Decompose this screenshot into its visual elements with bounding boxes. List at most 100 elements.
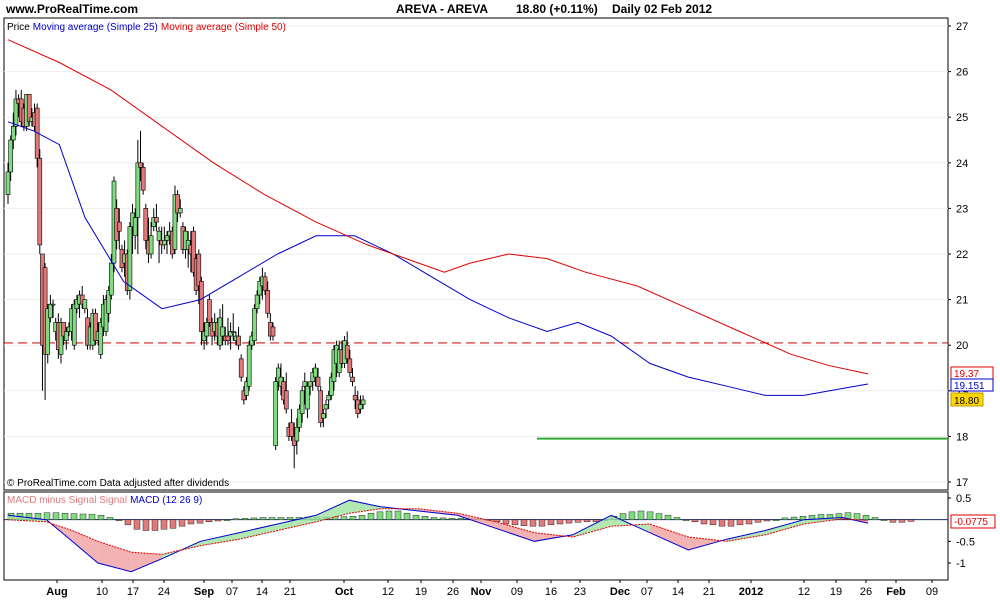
macd-bar (43, 512, 51, 520)
macd-bar (574, 519, 582, 523)
macd-bar (727, 519, 735, 527)
macd-bar (673, 517, 681, 520)
candle-body (48, 303, 53, 319)
price-tick-label: 18 (956, 431, 968, 443)
price-tag-text: 18.80 (954, 396, 979, 407)
date-tick-label: 26 (860, 586, 872, 598)
date-tick-label: 09 (511, 586, 523, 598)
macd-bar (268, 517, 276, 520)
macd-bar (349, 516, 357, 520)
date-tick-label: 16 (545, 586, 557, 598)
legend-hist-text: MACD minus Signal Signal (7, 495, 127, 506)
date-tick-label: Oct (335, 586, 354, 598)
date-tick-label: 12 (798, 586, 810, 598)
macd-bar (61, 512, 69, 520)
macd-bar (862, 515, 870, 520)
candle-body (132, 217, 138, 237)
macd-bar (187, 519, 195, 525)
price-tick-label: 24 (956, 158, 968, 170)
macd-bar (358, 515, 366, 520)
candle-body (127, 226, 133, 291)
macd-bar (439, 517, 447, 520)
date-tick-label: 09 (926, 586, 938, 598)
macd-bar (385, 510, 393, 520)
candle-body (5, 171, 11, 196)
candle-body (299, 390, 305, 414)
macd-bar (97, 515, 105, 520)
macd-bar (880, 519, 888, 521)
candle-body (204, 322, 210, 337)
date-tick-label: 21 (284, 586, 296, 598)
candle-body (164, 235, 170, 241)
macd-tick-label: -1 (956, 558, 966, 570)
candle-body (352, 395, 358, 401)
candle-body (294, 426, 300, 442)
candle-body (138, 162, 143, 168)
legend-ma25-text: Moving average (Simple 25) (33, 22, 158, 33)
candle-body (326, 395, 331, 401)
candle-body (82, 299, 88, 310)
macd-bar (655, 513, 663, 520)
candle-body (358, 404, 363, 410)
candle-body (162, 240, 167, 246)
macd-bar (529, 519, 537, 527)
date-tick-label: 2012 (739, 586, 763, 598)
date-tick-label: Feb (886, 586, 906, 598)
candle-body (37, 157, 43, 246)
candle-body (246, 344, 252, 387)
macd-bar (52, 512, 60, 520)
macd-bar (88, 514, 96, 520)
macd-bar (250, 517, 258, 520)
macd-bar (700, 519, 708, 525)
date-tick-label: 19 (415, 586, 427, 598)
candle-body (64, 331, 69, 341)
macd-bar (412, 515, 420, 520)
price-tick-label: 27 (956, 21, 968, 33)
candle-body (238, 358, 244, 378)
candle-body (302, 381, 308, 387)
macd-tick-label: -0.5 (956, 536, 975, 548)
date-tick-label: 10 (96, 586, 108, 598)
macd-bar (340, 516, 348, 520)
macd-bar (754, 519, 762, 523)
macd-bar (160, 519, 168, 530)
macd-bar (232, 518, 240, 520)
candle-body (344, 344, 350, 360)
candle-body (8, 139, 13, 173)
date-tick-label: 07 (226, 586, 238, 598)
candle-body (230, 331, 236, 333)
candle-body (252, 308, 257, 341)
legend-price: Price Moving average (Simple 25) Moving av… (7, 22, 286, 33)
macd-bar (538, 519, 546, 527)
date-tick-label: 24 (158, 586, 170, 598)
candle-body (289, 422, 294, 437)
date-tick-label: Aug (46, 586, 67, 598)
legend-macd-text: MACD (12 26 9) (130, 495, 202, 506)
candle-body (323, 404, 329, 410)
macd-bar (223, 519, 231, 521)
macd-bar (142, 519, 150, 531)
date-tick-label: 23 (574, 586, 586, 598)
macd-bar (664, 515, 672, 520)
macd-bar (367, 512, 375, 520)
candle-body (156, 230, 162, 241)
candle-body (236, 335, 241, 346)
candle-body (321, 413, 326, 419)
candle-body (148, 235, 154, 255)
macd-bar (646, 511, 654, 520)
macd-bar (376, 511, 384, 520)
chart-canvas[interactable]: 17 18 19 20 21 22 23 24 25 26 27 0.5 -0.5 -1 Aug 10 17… (0, 0, 1000, 600)
date-tick-label: 26 (447, 586, 459, 598)
price-tick-label: 26 (956, 67, 968, 79)
date-tick-label: 14 (672, 586, 684, 598)
ma25-tag-text: 19.151 (954, 381, 985, 392)
price-tick-label: 17 (956, 477, 968, 489)
macd-bar (394, 510, 402, 520)
candle-body (305, 385, 310, 410)
macd-bar (871, 517, 879, 520)
candle-body (109, 262, 114, 296)
candle-body (225, 335, 231, 341)
price-tick-label: 22 (956, 249, 968, 261)
price-axis: 1718192021222324252627 (948, 21, 968, 489)
macd-bar (151, 519, 159, 531)
